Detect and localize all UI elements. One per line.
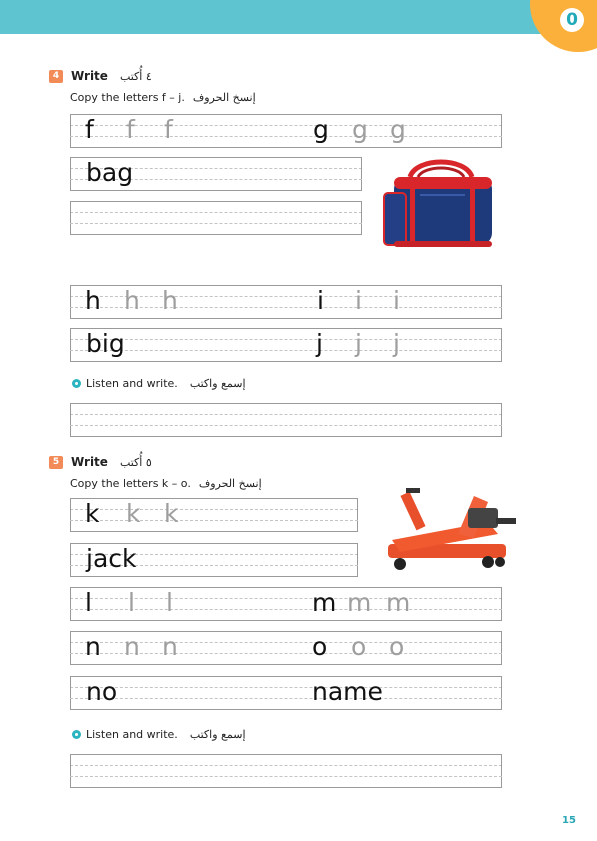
writing-lines-big-j[interactable] [70, 328, 502, 362]
letter-model: f [85, 115, 94, 144]
writing-lines-k[interactable] [70, 498, 358, 532]
letter-trace: n [162, 632, 178, 661]
listen-arabic: إسمع واكتب [189, 728, 246, 741]
listen-and-write-5: Listen and write. إسمع واكتب [72, 728, 246, 741]
letter-trace: o [389, 632, 405, 661]
listen-label: Listen and write. [86, 377, 178, 390]
letter-trace: i [393, 286, 400, 315]
letter-model: o [312, 632, 328, 661]
instruction-arabic: إنسخ الحروف [192, 91, 256, 104]
instruction-arabic: إنسخ الحروف [198, 477, 262, 490]
instruction-text: Copy the letters f – j. [70, 91, 185, 104]
letter-model: n [85, 632, 101, 661]
letter-model: h [85, 286, 101, 315]
letter-model: i [317, 286, 324, 315]
writing-lines-listen-5[interactable] [70, 754, 502, 788]
letter-trace: h [124, 286, 140, 315]
exercise-number-badge: 4 [49, 69, 63, 83]
word-model: big [86, 329, 125, 358]
word-model: name [312, 677, 383, 706]
word-model: no [86, 677, 118, 706]
listen-label: Listen and write. [86, 728, 178, 741]
bag-image [380, 155, 502, 255]
letter-trace: l [166, 588, 173, 617]
letter-model: g [313, 115, 329, 144]
letter-trace: k [164, 499, 179, 528]
letter-trace: f [164, 115, 173, 144]
exercise-5-header: 5 Write ٥ أُكتب [49, 454, 152, 470]
letter-trace: g [352, 115, 368, 144]
exercise-4-instruction: Copy the letters f – j. إنسخ الحروف [70, 91, 256, 104]
letter-trace: l [128, 588, 135, 617]
letter-trace: n [124, 632, 140, 661]
audio-icon[interactable] [72, 730, 81, 739]
word-model: bag [86, 158, 134, 187]
audio-icon[interactable] [72, 379, 81, 388]
page-number: 15 [562, 815, 576, 826]
word-model: jack [86, 544, 137, 573]
letter-model: m [312, 588, 337, 617]
listen-arabic: إسمع واكتب [189, 377, 246, 390]
exercise-4-header: 4 Write ٤ أُكتب [49, 68, 152, 84]
header-bar [0, 0, 597, 34]
letter-trace: k [126, 499, 141, 528]
letter-trace: o [351, 632, 367, 661]
writing-lines-no-name[interactable] [70, 676, 502, 710]
letter-model: j [316, 329, 323, 358]
exercise-title-arabic: ٤ أُكتب [119, 69, 152, 83]
listen-and-write-4: Listen and write. إسمع واكتب [72, 377, 246, 390]
letter-model: k [85, 499, 100, 528]
letter-trace: h [162, 286, 178, 315]
exercise-number-badge: 5 [49, 455, 63, 469]
letter-trace: m [347, 588, 372, 617]
exercise-title: Write [71, 455, 108, 469]
car-jack-image [370, 478, 526, 578]
letter-trace: g [390, 115, 406, 144]
letter-trace: j [393, 329, 400, 358]
instruction-text: Copy the letters k – o. [70, 477, 191, 490]
unit-number-badge: 0 [560, 8, 584, 32]
letter-model: l [85, 588, 92, 617]
exercise-title-arabic: ٥ أُكتب [119, 455, 152, 469]
writing-lines-blank[interactable] [70, 201, 362, 235]
letter-trace: f [126, 115, 135, 144]
exercise-5-instruction: Copy the letters k – o. إنسخ الحروف [70, 477, 262, 490]
letter-trace: j [355, 329, 362, 358]
writing-lines-listen-4[interactable] [70, 403, 502, 437]
exercise-title: Write [71, 69, 108, 83]
letter-trace: i [355, 286, 362, 315]
letter-trace: m [386, 588, 411, 617]
